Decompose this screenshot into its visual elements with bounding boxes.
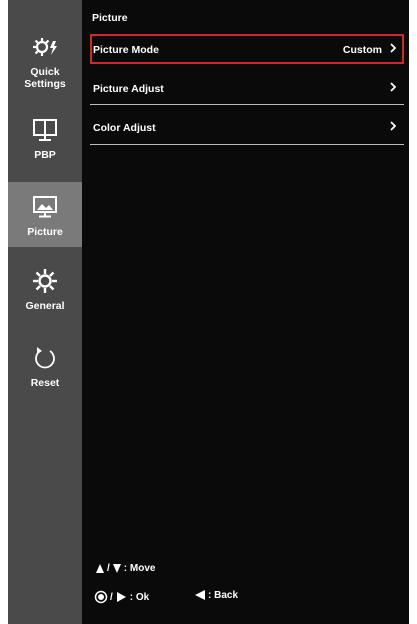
osd-window: Quick Settings PBP Picture General Reset… — [8, 0, 409, 624]
hint-back: : Back — [194, 589, 238, 601]
sidebar-item-pbp[interactable]: PBP — [8, 115, 82, 175]
picture-icon — [33, 196, 57, 218]
divider — [90, 104, 404, 105]
arrow-up-icon — [96, 564, 104, 573]
menu-item-picture-mode[interactable]: Picture Mode Custom — [90, 34, 404, 64]
hint-ok-label: : Ok — [129, 591, 150, 603]
sidebar: Quick Settings PBP Picture General Reset — [8, 0, 82, 624]
menu-item-value: Custom — [342, 44, 382, 56]
menu-item-color-adjust[interactable]: Color Adjust — [90, 113, 404, 143]
hint-separator: / — [107, 562, 110, 574]
arrow-right-icon — [116, 592, 126, 602]
menu-item-label: Picture Mode — [93, 44, 159, 56]
chevron-right-icon — [390, 43, 397, 53]
sidebar-item-label: PBP — [34, 149, 56, 161]
chevron-right-icon — [390, 82, 397, 92]
hint-separator: / — [110, 591, 113, 603]
sidebar-item-general[interactable]: General — [8, 266, 82, 326]
sidebar-item-quick-settings[interactable]: Quick Settings — [8, 32, 82, 102]
pbp-icon — [33, 119, 57, 141]
sidebar-item-label: Reset — [30, 377, 60, 389]
hint-back-label: : Back — [208, 589, 239, 601]
joystick-press-icon — [94, 590, 108, 604]
main-panel: Picture Picture Mode Custom Picture Adju… — [82, 0, 409, 624]
hint-ok: / : Ok — [94, 590, 149, 604]
chevron-right-icon — [390, 121, 397, 131]
hint-move: / : Move — [95, 562, 155, 574]
arrow-down-icon — [112, 564, 121, 573]
arrow-left-icon — [195, 590, 205, 600]
hint-move-label: : Move — [123, 562, 156, 574]
sidebar-item-label: General — [25, 300, 65, 312]
sidebar-item-picture[interactable]: Picture — [8, 182, 82, 247]
menu-item-label: Color Adjust — [93, 122, 156, 134]
sidebar-item-label: Picture — [27, 226, 63, 238]
divider — [90, 144, 404, 145]
reset-icon — [35, 347, 55, 369]
menu-item-picture-adjust[interactable]: Picture Adjust — [90, 74, 404, 104]
page-title: Picture — [92, 12, 128, 24]
quick-settings-icon — [33, 38, 57, 56]
sidebar-item-reset[interactable]: Reset — [8, 343, 82, 398]
menu-item-label: Picture Adjust — [93, 83, 164, 95]
gear-icon — [33, 269, 57, 293]
sidebar-item-label: Quick Settings — [24, 66, 66, 90]
